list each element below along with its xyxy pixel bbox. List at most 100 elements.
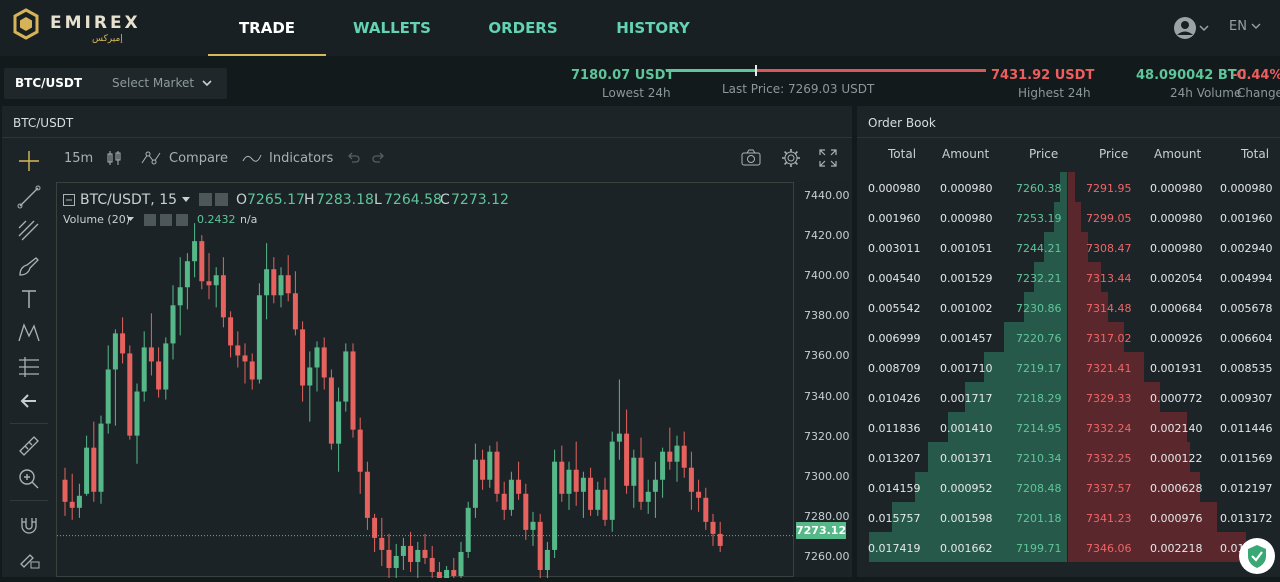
bid-total: 0.004540 [868, 272, 921, 285]
ask-total: 0.006604 [1220, 332, 1273, 345]
nav-trade[interactable]: TRADE [208, 0, 326, 56]
bid-amount: 0.000980 [940, 212, 993, 225]
market-selector[interactable]: BTC/USDT Select Market [4, 68, 227, 99]
main-nav: TRADE WALLETS ORDERS HISTORY [208, 0, 718, 56]
candle [256, 283, 262, 384]
candle-body [523, 493, 529, 530]
candle-body [228, 317, 234, 346]
redo-icon[interactable] [372, 151, 386, 165]
candle [537, 513, 543, 578]
bid-price: 7219.17 [1016, 362, 1062, 375]
select-market-label: Select Market [112, 76, 195, 90]
volume-remove-icon[interactable] [176, 214, 188, 226]
candle [343, 343, 349, 412]
ask-total: 0.013172 [1220, 512, 1273, 525]
candle [710, 513, 716, 546]
ask-price: 7308.47 [1086, 242, 1132, 255]
brand-name: EMIREX [50, 13, 141, 33]
legend-hide-icon[interactable] [215, 193, 228, 206]
chart-symbol[interactable]: BTC/USDT, 15 [80, 192, 177, 208]
change-label: Change [1237, 86, 1280, 100]
interval-selector[interactable]: 15m [64, 151, 93, 166]
ask-total: 0.002940 [1220, 242, 1273, 255]
ask-total: 0.009307 [1220, 392, 1273, 405]
ask-amount: 0.002218 [1150, 542, 1203, 555]
ruler-icon[interactable] [16, 433, 42, 459]
candle-body [134, 391, 140, 436]
candle-body [472, 459, 478, 508]
language-selector[interactable]: EN [1229, 19, 1261, 34]
text-tool-icon[interactable] [16, 286, 42, 312]
ask-total: 0.011446 [1220, 422, 1273, 435]
candle-body [372, 517, 378, 538]
candle-body [69, 501, 75, 508]
volume-indicator-label[interactable]: Volume (20) [63, 213, 130, 226]
candle [487, 445, 493, 488]
bid-total: 0.005542 [868, 302, 921, 315]
candle-body [84, 447, 90, 494]
ask-price: 7332.25 [1086, 452, 1132, 465]
magnet-icon[interactable] [16, 512, 42, 538]
candle-body [501, 493, 507, 510]
candle [249, 353, 255, 390]
prediction-tool-icon[interactable] [16, 354, 42, 380]
candle [163, 337, 169, 400]
highest-label: Highest 24h [1018, 86, 1091, 100]
undo-icon[interactable] [346, 151, 360, 165]
candle-body [141, 347, 147, 392]
ask-depth-bar [1068, 202, 1081, 232]
candle-body [415, 549, 421, 562]
candle [91, 421, 97, 502]
candle [588, 467, 594, 516]
bid-amount: 0.001410 [940, 422, 993, 435]
lock-drawing-icon[interactable] [16, 546, 42, 572]
nav-wallets[interactable]: WALLETS [326, 0, 458, 56]
back-arrow-icon[interactable] [16, 388, 42, 414]
ohlc-low: 7264.58 [384, 192, 442, 208]
candle-body [379, 537, 385, 550]
settings-gear-icon[interactable] [781, 148, 801, 168]
candle [220, 257, 226, 328]
candle-body [386, 549, 392, 568]
ask-price: 7341.23 [1086, 512, 1132, 525]
candle-body [422, 549, 428, 558]
collapse-icon[interactable] [63, 194, 75, 206]
security-badge[interactable] [1239, 538, 1275, 574]
bid-price: 7230.86 [1016, 302, 1062, 315]
volume-settings-icon[interactable] [144, 214, 156, 226]
brand-subtitle: إميركس [92, 34, 123, 44]
ask-amount: 0.000628 [1150, 482, 1203, 495]
emirex-logo[interactable]: EMIREX إميركس [12, 8, 142, 48]
camera-icon[interactable] [740, 149, 762, 167]
change-24h: -0.44% [1232, 68, 1280, 83]
brush-icon[interactable] [16, 253, 42, 279]
ask-amount: 0.000772 [1150, 392, 1203, 405]
user-menu[interactable] [1172, 15, 1212, 41]
bid-total: 0.014159 [868, 482, 921, 495]
zoom-in-icon[interactable] [16, 466, 42, 492]
trend-line-icon[interactable] [16, 184, 42, 210]
fullscreen-icon[interactable] [819, 149, 837, 167]
candle [717, 521, 723, 552]
pattern-tool-icon[interactable] [16, 320, 42, 346]
ohlc-open-label: O [236, 192, 248, 208]
volume-hide-icon[interactable] [160, 214, 172, 226]
candle-body [602, 489, 608, 520]
current-price-tag: 7273.12 [796, 522, 847, 539]
bid-amount: 0.000952 [940, 482, 993, 495]
nav-orders[interactable]: ORDERS [458, 0, 588, 56]
drawing-toolbar [2, 140, 54, 577]
candlestick-chart[interactable] [56, 182, 795, 578]
fib-tool-icon[interactable] [16, 218, 42, 244]
candle [422, 533, 428, 564]
candle-body [199, 241, 205, 282]
candle [292, 271, 298, 336]
legend-settings-icon[interactable] [199, 193, 212, 206]
ask-amount: 0.000976 [1150, 512, 1203, 525]
crosshair-icon[interactable] [16, 148, 42, 174]
nav-history[interactable]: HISTORY [588, 0, 718, 56]
price-axis-tick: 7380.00 [804, 309, 850, 323]
ohlc-high: 7283.18 [316, 192, 374, 208]
candles-style-icon[interactable] [106, 149, 122, 167]
candle [580, 471, 586, 518]
